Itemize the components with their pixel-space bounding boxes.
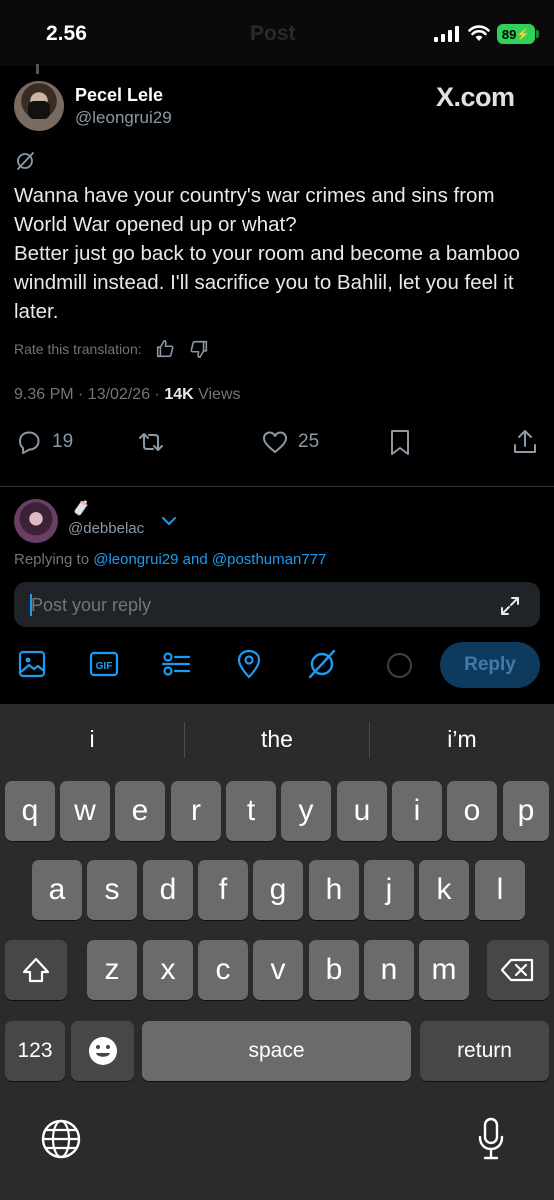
replying-and: and [178, 551, 212, 568]
tweet-actions: 19 25 [0, 424, 554, 460]
key-f[interactable]: f [198, 860, 248, 920]
key-m[interactable]: m [419, 940, 469, 1000]
repost-action[interactable] [136, 424, 166, 460]
thread-line [36, 64, 39, 74]
battery-tip [536, 30, 539, 38]
globe-icon[interactable] [40, 1118, 82, 1160]
author-avatar[interactable] [14, 81, 64, 131]
like-action[interactable]: 25 [260, 424, 319, 460]
grok-translate-icon[interactable] [14, 150, 36, 172]
grok-icon[interactable] [306, 648, 338, 680]
mention-posthuman777[interactable]: @posthuman777 [212, 551, 326, 568]
return-key[interactable]: return [420, 1021, 549, 1081]
reply-user-avatar[interactable] [14, 499, 58, 543]
key-a[interactable]: a [32, 860, 82, 920]
views-label: Views [193, 386, 241, 403]
key-q[interactable]: q [5, 781, 55, 841]
battery-indicator: 89 ⚡ [497, 24, 535, 44]
key-k[interactable]: k [419, 860, 469, 920]
poll-icon[interactable] [160, 648, 192, 680]
chevron-down-icon[interactable] [160, 512, 178, 530]
status-time: 2.56 [46, 22, 87, 45]
key-z[interactable]: z [87, 940, 137, 1000]
baby-bottle-icon [74, 500, 88, 516]
key-g[interactable]: g [253, 860, 303, 920]
key-d[interactable]: d [143, 860, 193, 920]
share-action[interactable] [510, 424, 540, 460]
reply-user-handle: @debbelac [68, 520, 145, 537]
key-l[interactable]: l [475, 860, 525, 920]
tweet-timestamp: 9.36 PM · 13/02/26 · [14, 386, 165, 403]
battery-level: 89 [501, 26, 517, 42]
key-v[interactable]: v [253, 940, 303, 1000]
thumbs-down-icon[interactable] [188, 338, 210, 360]
key-p[interactable]: p [503, 781, 549, 841]
mention-leongrui29[interactable]: @leongrui29 [93, 551, 178, 568]
rate-translation: Rate this translation: [14, 337, 210, 361]
heart-icon [263, 431, 287, 453]
suggestion-2[interactable]: the [185, 726, 369, 753]
gif-icon[interactable]: GIF [88, 648, 120, 680]
emoji-key[interactable] [71, 1021, 134, 1081]
tweet-meta: 9.36 PM · 13/02/26 · 14K Views [14, 386, 241, 404]
xcom-watermark: X.com [436, 82, 515, 112]
replying-prefix: Replying to [14, 551, 94, 568]
numbers-key[interactable]: 123 [5, 1021, 65, 1081]
suggestion-1[interactable]: i [0, 726, 184, 753]
key-n[interactable]: n [364, 940, 414, 1000]
rate-translation-label: Rate this translation: [14, 341, 142, 357]
gif-label: GIF [96, 661, 113, 672]
reply-action[interactable]: 19 [14, 424, 73, 460]
wifi-icon [468, 25, 490, 41]
key-r[interactable]: r [171, 781, 221, 841]
key-u[interactable]: u [337, 781, 387, 841]
key-x[interactable]: x [143, 940, 193, 1000]
signal-icon [434, 26, 459, 42]
reply-button[interactable]: Reply [440, 642, 540, 688]
author-name[interactable]: Pecel Lele [75, 85, 163, 106]
shift-key[interactable] [5, 940, 67, 1000]
tweet-text: Wanna have your country's war crimes and… [14, 184, 520, 323]
character-count-ring [387, 653, 412, 678]
replying-to: Replying to @leongrui29 and @posthuman77… [14, 551, 326, 568]
microphone-icon[interactable] [476, 1116, 506, 1162]
reply-icon [19, 431, 40, 454]
key-h[interactable]: h [309, 860, 359, 920]
key-i[interactable]: i [392, 781, 442, 841]
key-j[interactable]: j [364, 860, 414, 920]
expand-icon[interactable] [498, 594, 522, 618]
key-o[interactable]: o [447, 781, 497, 841]
status-bar: Post 2.56 89 ⚡ [0, 0, 554, 66]
key-t[interactable]: t [226, 781, 276, 841]
image-icon[interactable] [16, 648, 48, 680]
key-y[interactable]: y [281, 781, 331, 841]
reply-placeholder: Post your reply [31, 595, 152, 615]
charging-bolt-icon: ⚡ [516, 28, 531, 41]
key-s[interactable]: s [87, 860, 137, 920]
reply-count: 19 [52, 431, 74, 452]
bookmark-action[interactable] [385, 424, 415, 460]
key-w[interactable]: w [60, 781, 110, 841]
divider [0, 486, 554, 487]
key-b[interactable]: b [309, 940, 359, 1000]
backspace-key[interactable] [487, 940, 549, 1000]
share-icon [514, 430, 536, 453]
views-count: 14K [164, 386, 194, 403]
shift-icon [22, 957, 50, 983]
space-key[interactable]: space [142, 1021, 411, 1081]
repost-icon [139, 433, 163, 451]
key-c[interactable]: c [198, 940, 248, 1000]
bookmark-icon [391, 430, 409, 455]
header-title-faded: Post [250, 22, 296, 45]
location-icon[interactable] [233, 648, 265, 680]
backspace-icon [500, 958, 534, 982]
suggestion-3[interactable]: i’m [370, 726, 554, 753]
thumbs-up-icon[interactable] [154, 338, 176, 360]
author-handle[interactable]: @leongrui29 [75, 108, 172, 128]
emoji-icon [88, 1037, 117, 1065]
key-e[interactable]: e [115, 781, 165, 841]
like-count: 25 [298, 431, 320, 452]
reply-input[interactable]: Post your reply [14, 582, 540, 627]
